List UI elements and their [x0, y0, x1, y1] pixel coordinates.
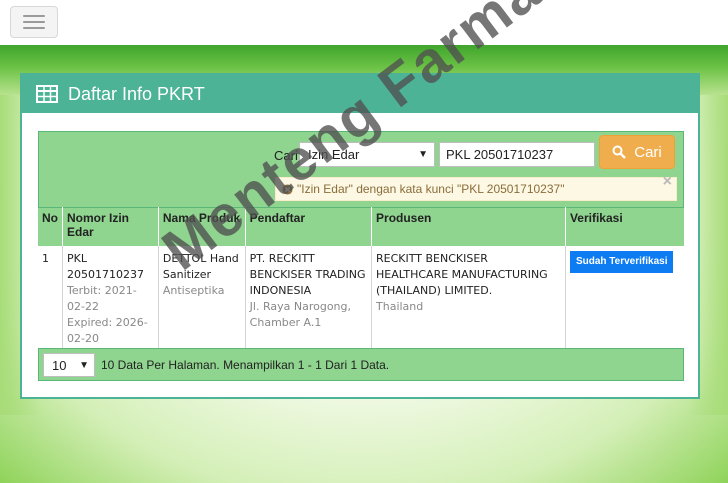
cell-nomor-izin-edar: PKL 20501710237 Terbit: 2021-02-22 Expir… [62, 245, 159, 353]
product-name: DETTOL Hand Sanitizer [162, 251, 239, 281]
per-page-select[interactable]: 10 ▼ [43, 352, 95, 377]
results-table: No Nomor Izin Edar Nama Produk Pendaftar… [38, 207, 684, 353]
search-icon [612, 145, 627, 159]
cell-pendaftar: PT. RECKITT BENCKISER TRADING INDONESIA … [245, 245, 373, 353]
izin-edar-number: PKL 20501710237 [67, 251, 144, 281]
column-header-pendaftar: Pendaftar [245, 207, 373, 246]
chevron-down-icon: ▼ [79, 359, 89, 371]
search-field-select[interactable]: Izin Edar ▼ [299, 142, 435, 167]
cell-no: 1 [38, 245, 63, 353]
per-page-value: 10 [52, 357, 67, 373]
cell-produsen: RECKITT BENCKISER HEALTHCARE MANUFACTURI… [371, 245, 566, 353]
alert-text: "Izin Edar" dengan kata kunci "PKL 20501… [297, 182, 565, 196]
search-button[interactable]: Cari [599, 135, 675, 169]
pagination-info: 10 Data Per Halaman. Menampilkan 1 - 1 D… [101, 357, 390, 372]
panel-header: Daftar Info PKRT [22, 75, 698, 113]
column-header-verifikasi: Verifikasi [565, 207, 684, 246]
status-badge: Sudah Terverifikasi [569, 250, 674, 273]
search-button-label: Cari [634, 143, 662, 161]
expired-date: Expired: 2026-02-20 [67, 315, 148, 345]
terbit-date: Terbit: 2021-02-22 [67, 283, 137, 313]
info-panel: Daftar Info PKRT Cari Izin Edar ▼ PKL 20… [20, 73, 700, 399]
pagination-footer: 10 ▼ 10 Data Per Halaman. Menampilkan 1 … [38, 348, 684, 381]
cell-verifikasi: Sudah Terverifikasi [565, 245, 684, 353]
chevron-down-icon: ▼ [418, 149, 428, 160]
table-row: 1 PKL 20501710237 Terbit: 2021-02-22 Exp… [38, 245, 684, 353]
top-navbar [0, 0, 728, 45]
manufacturer-country: Thailand [376, 299, 424, 313]
search-filter-bar: Cari Izin Edar ▼ PKL 20501710237 Cari "I… [38, 131, 684, 207]
circle-x-icon[interactable] [282, 183, 293, 195]
registrant-address: Jl. Raya Narogong, Chamber A.1 [249, 299, 351, 329]
registrant-name: PT. RECKITT BENCKISER TRADING INDONESIA [249, 251, 366, 297]
search-field-select-value: Izin Edar [308, 147, 360, 162]
hamburger-icon[interactable] [10, 6, 58, 38]
cell-nama-produk: DETTOL Hand Sanitizer Antiseptika [158, 245, 246, 353]
manufacturer-name: RECKITT BENCKISER HEALTHCARE MANUFACTURI… [376, 251, 548, 297]
column-header-nomor-izin-edar: Nomor Izin Edar [62, 207, 159, 246]
product-category: Antiseptika [162, 283, 225, 297]
page-title: Daftar Info PKRT [68, 83, 205, 104]
table-icon [36, 85, 58, 103]
search-input[interactable]: PKL 20501710237 [439, 142, 595, 167]
search-result-alert: "Izin Edar" dengan kata kunci "PKL 20501… [275, 173, 677, 201]
search-label: Cari [274, 148, 298, 163]
table-header-row: No Nomor Izin Edar Nama Produk Pendaftar… [38, 207, 684, 246]
column-header-nama-produk: Nama Produk [158, 207, 246, 246]
close-icon[interactable]: × [663, 173, 672, 191]
column-header-produsen: Produsen [371, 207, 566, 246]
column-header-no: No [38, 207, 63, 246]
